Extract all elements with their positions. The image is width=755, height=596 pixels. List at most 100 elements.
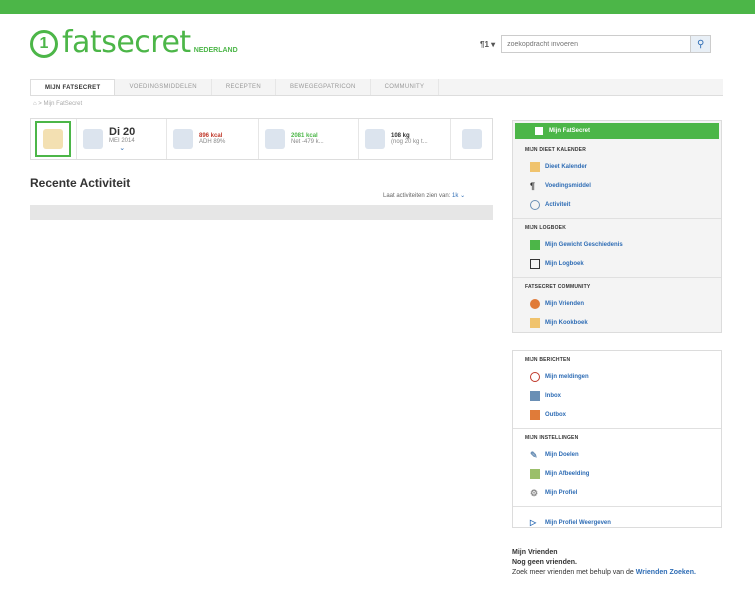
search-icon: ⚲ — [696, 38, 705, 50]
play-icon: ▷ — [530, 517, 537, 527]
item-label: Mijn Logboek — [545, 260, 584, 267]
section-title: MIJN LOGBOEK — [525, 225, 567, 231]
image-icon — [530, 468, 540, 479]
sidebar-item-kookboek[interactable]: Mijn Kookboek — [525, 313, 721, 332]
diary-tile[interactable] — [31, 119, 77, 159]
date-day: Di 20 — [109, 126, 136, 138]
activity-list — [30, 205, 493, 220]
notebook-icon — [530, 258, 540, 269]
sidebar-menu-main: Mijn FatSecret MIJN DIEET KALENDER Dieet… — [512, 120, 722, 333]
search-button[interactable]: ⚲ — [691, 35, 712, 53]
section-title: MIJN BERICHTEN — [525, 357, 571, 363]
tab-recepten[interactable]: RECEPTEN — [212, 79, 276, 95]
sidebar-header[interactable]: Mijn FatSecret — [515, 123, 719, 139]
weight-remaining: (nog 20 kg t... — [391, 139, 428, 145]
activity-stat[interactable]: 2081 kcal Net -479 k... — [259, 119, 359, 159]
food-stat[interactable]: 896 kcal ADH 89% — [167, 119, 259, 159]
page-title: Recente Activiteit — [30, 176, 131, 190]
item-label: Mijn meldingen — [545, 373, 589, 380]
chart-icon — [530, 239, 540, 250]
section-profile-view: ▷ Mijn Profiel Weergeven — [513, 507, 721, 536]
fork-knife-icon: ¶ — [530, 180, 536, 191]
friends-empty: Nog geen vrienden. — [512, 559, 577, 566]
section-title: FATSECRET COMMUNITY — [525, 284, 591, 290]
pencil-icon: ✎ — [530, 449, 538, 460]
chevron-down-icon[interactable]: ⌄ — [460, 193, 465, 199]
tab-voedingsmiddelen[interactable]: VOEDINGSMIDDELEN — [115, 79, 212, 95]
friends-title: Mijn Vrienden — [512, 549, 558, 556]
tab-mijn-fatsecret[interactable]: MIJN FATSECRET — [30, 79, 116, 95]
calendar-icon — [83, 129, 103, 149]
calendar-icon — [530, 161, 540, 172]
food-rda: ADH 89% — [199, 139, 226, 145]
sidebar-item-inbox[interactable]: Inbox — [525, 386, 721, 405]
sidebar-menu-account: MIJN BERICHTEN Mijn meldingen Inbox Outb… — [512, 350, 722, 528]
stopwatch-icon — [530, 199, 540, 210]
friends-box: Mijn Vrienden Nog geen vrienden. Zoek me… — [512, 548, 742, 578]
sidebar-item-activiteit[interactable]: Activiteit — [525, 195, 721, 214]
logo-icon: 1 — [30, 30, 58, 58]
sidebar-item-meldingen[interactable]: Mijn meldingen — [525, 367, 721, 386]
stopwatch-icon — [265, 129, 285, 149]
section-logbook: MIJN LOGBOEK Mijn Gewicht Geschiedenis M… — [513, 219, 721, 278]
find-friends-link[interactable]: Wrienden Zoeken. — [636, 569, 696, 576]
section-title: MIJN INSTELLINGEN — [525, 435, 579, 441]
main-tabs: MIJN FATSECRET VOEDINGSMIDDELEN RECEPTEN… — [30, 79, 723, 96]
sidebar-item-dieet-kalender[interactable]: Dieet Kalender — [525, 157, 721, 176]
item-label: Mijn Gewicht Geschiedenis — [545, 241, 623, 248]
logo-region: NEDERLAND — [193, 47, 238, 54]
search-input[interactable] — [501, 35, 692, 53]
activity-net: Net -479 k... — [291, 139, 324, 145]
sidebar-item-profiel[interactable]: ⚙ Mijn Profiel — [525, 483, 721, 502]
plate-icon — [173, 129, 193, 149]
section-settings: MIJN INSTELLINGEN ✎ Mijn Doelen Mijn Afbe… — [513, 429, 721, 507]
tab-beweging[interactable]: BEWEGEGPATRICON — [276, 79, 371, 95]
item-label: Mijn Doelen — [545, 451, 579, 458]
item-label: Mijn Profiel — [545, 489, 578, 496]
item-label: Mijn Profiel Weergeven — [545, 519, 611, 526]
notebook-icon — [43, 129, 63, 149]
sidebar-item-profiel-weergeven[interactable]: ▷ Mijn Profiel Weergeven — [525, 513, 721, 532]
item-label: Mijn Kookboek — [545, 319, 588, 326]
filter-label: Laat activiteiten zien van: — [383, 193, 451, 199]
sidebar-header-label: Mijn FatSecret — [549, 128, 591, 134]
friends-prompt: Zoek meer vrienden met behulp van de — [512, 569, 634, 576]
journal-tile[interactable] — [451, 119, 492, 159]
sidebar-item-doelen[interactable]: ✎ Mijn Doelen — [525, 445, 721, 464]
outbox-icon — [530, 409, 540, 420]
breadcrumb: ⌂ > Mijn FatSecret — [33, 101, 83, 107]
journal-icon — [461, 129, 482, 149]
search-area: ¶1 ▾ ⚲ — [480, 35, 712, 53]
item-label: Mijn Afbeelding — [545, 470, 590, 477]
item-label: Inbox — [545, 392, 561, 399]
home-icon — [535, 127, 543, 135]
cookbook-icon — [530, 317, 540, 328]
sidebar-item-logboek[interactable]: Mijn Logboek — [525, 254, 721, 273]
sidebar-item-outbox[interactable]: Outbox — [525, 405, 721, 424]
logo[interactable]: 1 fatsecret NEDERLAND — [30, 28, 238, 58]
stats-bar: Di 20 MEI 2014 ⌄ 896 kcal ADH 89% 2081 k… — [30, 118, 493, 160]
sidebar-item-gewicht[interactable]: Mijn Gewicht Geschiedenis — [525, 235, 721, 254]
sidebar-item-afbeelding[interactable]: Mijn Afbeelding — [525, 464, 721, 483]
sidebar-item-voedingsmiddel[interactable]: ¶ Voedingsmiddel — [525, 176, 721, 195]
home-icon[interactable]: ⌂ — [33, 101, 37, 107]
search-type-select[interactable]: ¶1 ▾ — [480, 40, 495, 49]
date-stat[interactable]: Di 20 MEI 2014 ⌄ — [77, 119, 167, 159]
section-messages: MIJN BERICHTEN Mijn meldingen Inbox Outb… — [513, 351, 721, 429]
filter-value[interactable]: 1k — [452, 193, 458, 199]
item-label: Voedingsmiddel — [545, 182, 591, 189]
item-label: Mijn Vrienden — [545, 300, 585, 307]
tab-community[interactable]: COMMUNITY — [371, 79, 440, 95]
section-diet-calendar: MIJN DIEET KALENDER Dieet Kalender ¶ Voed… — [513, 141, 721, 219]
gear-icon: ⚙ — [530, 487, 539, 498]
friends-icon — [530, 298, 540, 309]
item-label: Activiteit — [545, 201, 571, 208]
weight-stat[interactable]: 108 kg (nog 20 kg t... — [359, 119, 451, 159]
chevron-down-icon[interactable]: ⌄ — [109, 144, 135, 152]
sidebar-item-vrienden[interactable]: Mijn Vrienden — [525, 294, 721, 313]
item-label: Dieet Kalender — [545, 163, 588, 170]
inbox-icon — [530, 390, 540, 401]
breadcrumb-current[interactable]: Mijn FatSecret — [43, 101, 82, 107]
activity-filter[interactable]: Laat activiteiten zien van: 1k ⌄ — [383, 192, 465, 199]
logo-text: fatsecret — [62, 25, 191, 60]
